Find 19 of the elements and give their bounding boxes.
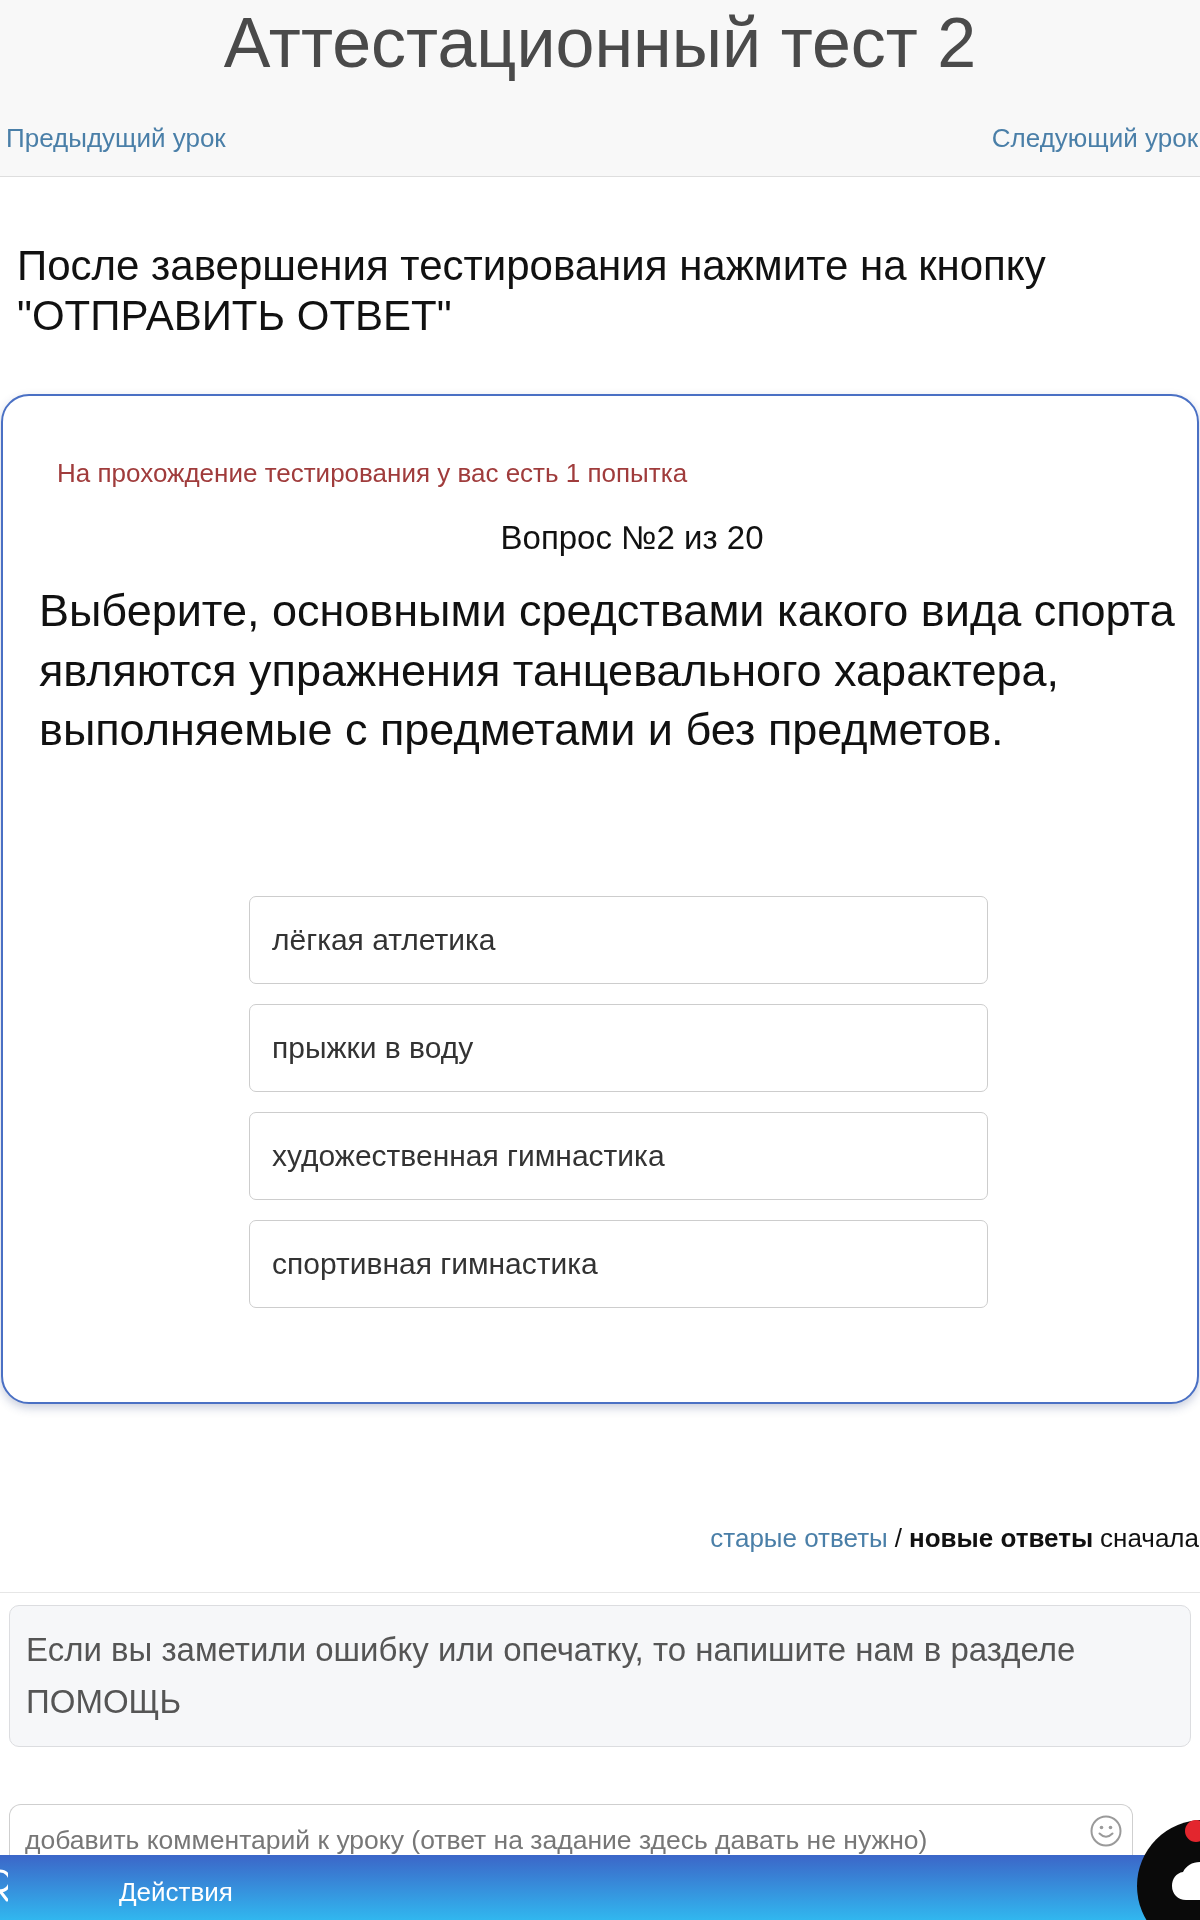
answer-option[interactable]: лёгкая атлетика	[249, 895, 988, 984]
smiley-icon[interactable]	[1090, 1814, 1122, 1847]
sort-suffix-label: сначала	[1100, 1521, 1199, 1555]
next-lesson-link[interactable]: Следующий урок	[991, 118, 1198, 158]
answer-option[interactable]: прыжки в воду	[249, 1003, 988, 1092]
question-text: Выберите, основными средствами какого вида спорта являются упражнения танцевального характера, выполняемые с предметами и без предметов.	[39, 584, 1176, 757]
chat-icon[interactable]	[1136, 1818, 1200, 1920]
instruction-text: После завершения тестирования нажмите на кнопку "ОТПРАВИТЬ ОТВЕТ"	[17, 241, 1047, 341]
previous-lesson-link[interactable]: Предыдущий урок	[6, 118, 226, 158]
sort-order-link[interactable]: новые ответы	[909, 1519, 1094, 1556]
comment-field[interactable]: добавить комментарий к уроку (ответ на задание здесь давать не нужно)	[9, 1803, 1133, 1858]
page-title: Аттестационный тест 2	[223, 3, 977, 84]
sort-separator: /	[894, 1521, 902, 1555]
answer-option[interactable]: художественная гимнастика	[249, 1111, 988, 1200]
sort-order-link[interactable]: старые ответы	[710, 1519, 888, 1556]
question-counter: Вопрос №2 из 20	[500, 518, 764, 558]
answer-option[interactable]: спортивная гимнастика	[249, 1219, 988, 1308]
help-note: Если вы заметили ошибку или опечатку, то напишите нам в разделе ПОМОЩЬ	[9, 1604, 1191, 1747]
attempts-note: На прохождение тестирования у вас есть 1 попытка	[57, 458, 688, 488]
